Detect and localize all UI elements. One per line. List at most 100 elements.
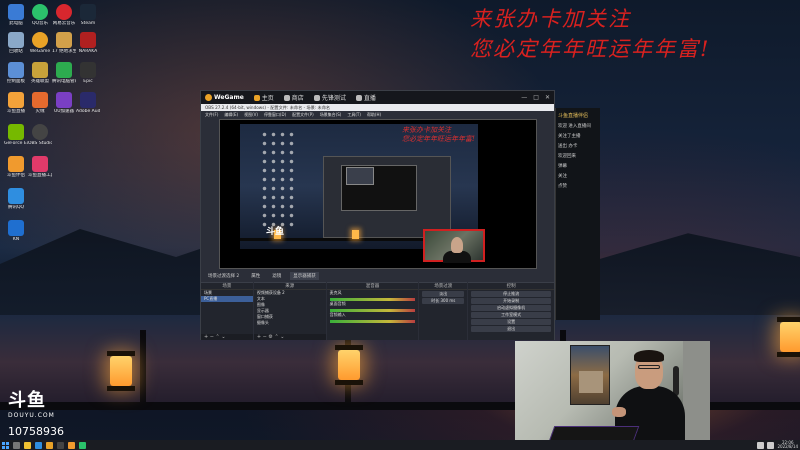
- network-icon[interactable]: [757, 441, 765, 449]
- menu-docks[interactable]: 停靠窗口(D): [264, 112, 286, 117]
- desktop-icon[interactable]: KN: [4, 220, 28, 242]
- sources-toolbar[interactable]: + − ⚙ ⌃ ⌄: [253, 334, 326, 340]
- chat-row: 送出 办卡: [558, 144, 578, 149]
- desktop-icon[interactable]: 腾讯电脑管家: [52, 62, 76, 84]
- settings-button[interactable]: 设置: [471, 319, 551, 325]
- menu-view[interactable]: 视图(V): [244, 112, 258, 117]
- tab-store[interactable]: 商店: [283, 93, 304, 102]
- obs-preview[interactable]: 来张办卡加关注 您必定年年旺运年年富! 斗鱼: [219, 119, 537, 269]
- menu-help[interactable]: 帮助(H): [367, 112, 381, 117]
- nested-window-inner: [346, 167, 374, 185]
- mixer-channel-label: 桌面音频: [329, 301, 346, 306]
- start-recording-button[interactable]: 开始录制: [471, 298, 551, 304]
- desktop-icon[interactable]: Epic: [76, 62, 100, 84]
- live-icon: [355, 94, 362, 101]
- douyu-taskbar-icon[interactable]: [68, 441, 75, 449]
- lol-icon: [32, 62, 48, 78]
- system-tray: 22:06 2022/8/14: [757, 440, 798, 450]
- chat-panel: 斗鱼直播伴侣 欢迎 进入直播间 关注了主播 送出 办卡 欢迎回来 弹幕 关注 点…: [555, 108, 600, 320]
- display-capture-button[interactable]: 显示器捕获: [290, 272, 319, 280]
- volume-icon[interactable]: [767, 441, 775, 449]
- desktop-icon[interactable]: 网易云音乐: [52, 4, 76, 26]
- obs-window[interactable]: OBS 27.2.4 (64-bit, windows) - 配置文件: 未命名…: [201, 104, 554, 340]
- source-item[interactable]: 摄像头: [254, 320, 326, 326]
- obs-titlebar: OBS 27.2.4 (64-bit, windows) - 配置文件: 未命名…: [201, 104, 554, 111]
- browser-icon[interactable]: [35, 441, 42, 449]
- mixer-level-meter[interactable]: [329, 298, 416, 301]
- lantern-right: [777, 317, 800, 357]
- search-icon[interactable]: [13, 441, 20, 449]
- obs-icon: [32, 124, 48, 140]
- wegame-logo-icon: [205, 94, 212, 101]
- desktop-icon[interactable]: GeForce Experience: [4, 124, 28, 146]
- scenes-toolbar[interactable]: + − ⌃ ⌄: [201, 334, 253, 340]
- desktop-icon[interactable]: UU加速器: [52, 92, 76, 114]
- slogan-line-1: 来张办卡加关注: [470, 7, 631, 31]
- mixer-level-meter[interactable]: [329, 309, 416, 312]
- webcam-microphone: [673, 366, 679, 396]
- scenes-header: 场景: [201, 283, 253, 290]
- netease-music-icon: [56, 4, 72, 20]
- desktop-icon[interactable]: 斗鱼伴侣: [4, 156, 28, 178]
- menu-scene-collection[interactable]: 场景集合(S): [320, 112, 342, 117]
- nested-webcam: [423, 229, 485, 263]
- scene-item-selected[interactable]: PC直播: [201, 296, 253, 302]
- desktop-icon[interactable]: Adobe Audition: [76, 92, 100, 114]
- file-explorer-icon[interactable]: [24, 441, 31, 449]
- desktop-icon[interactable]: OBS Studio: [28, 124, 52, 146]
- minimize-button[interactable]: —: [521, 94, 527, 101]
- desktop-icon[interactable]: 控制面板: [4, 62, 28, 84]
- exit-button[interactable]: 退出: [471, 326, 551, 332]
- desktop-icon[interactable]: 回收站: [4, 32, 28, 54]
- lantern-left: [107, 351, 135, 391]
- tab-live[interactable]: 直播: [355, 93, 376, 102]
- railing-post: [140, 330, 146, 410]
- studio-mode-button[interactable]: 工作室模式: [471, 312, 551, 318]
- steam-icon: [80, 4, 96, 20]
- desktop-icon[interactable]: 17 绝地求生: [52, 32, 76, 54]
- obs-taskbar-icon[interactable]: [57, 441, 64, 449]
- filters-button[interactable]: 滤镜: [269, 272, 284, 280]
- desktop-icon[interactable]: WeGame: [28, 32, 52, 54]
- mixer-channel-label: 麦克风: [329, 290, 342, 295]
- chat-row: 欢迎回来: [558, 154, 576, 159]
- transition-duration[interactable]: 时长 300 ms: [422, 298, 465, 304]
- window-controls: — □ ✕: [521, 94, 550, 101]
- wegame-window[interactable]: WeGame 主页 商店 先锋测试 直播 — □ ✕ OBS 27.2.4 (6…: [200, 90, 555, 340]
- tab-pioneer-test[interactable]: 先锋测试: [313, 93, 346, 102]
- mixer-level-meter[interactable]: [329, 320, 416, 323]
- taskbar-clock[interactable]: 22:06 2022/8/14: [777, 440, 798, 450]
- pc-manager-icon: [56, 62, 72, 78]
- desktop-icon[interactable]: 斗鱼直播: [4, 92, 28, 114]
- desktop-icon[interactable]: Steam: [76, 4, 100, 26]
- desktop-icon[interactable]: 火绒: [28, 92, 52, 114]
- epic-icon: [80, 62, 96, 78]
- maximize-button[interactable]: □: [533, 94, 539, 101]
- wechat-taskbar-icon[interactable]: [79, 441, 86, 449]
- wegame-taskbar-icon[interactable]: [46, 441, 53, 449]
- desktop-icon[interactable]: 腾讯QQ: [4, 188, 28, 210]
- stop-streaming-button[interactable]: 停止推流: [471, 291, 551, 297]
- nested-slogan: 来张办卡加关注 您必定年年旺运年年富!: [402, 126, 475, 143]
- desktop-icon[interactable]: 英雄联盟: [28, 62, 52, 84]
- desktop-icon[interactable]: QQ音乐: [28, 4, 52, 26]
- tab-home[interactable]: 主页: [253, 93, 274, 102]
- menu-file[interactable]: 文件(F): [205, 112, 218, 117]
- start-button[interactable]: [2, 441, 9, 449]
- virtual-camera-button[interactable]: 启动虚拟摄像机: [471, 305, 551, 311]
- menu-profile[interactable]: 配置文件(P): [292, 112, 314, 117]
- desktop-icon[interactable]: 此电脑: [4, 4, 28, 26]
- properties-button[interactable]: 属性: [248, 272, 263, 280]
- menu-edit[interactable]: 编辑(E): [224, 112, 238, 117]
- menu-tools[interactable]: 工具(T): [347, 112, 361, 117]
- controls-header: 控制: [468, 283, 554, 290]
- wegame-icon: [32, 32, 48, 48]
- transition-select[interactable]: 淡出: [422, 291, 465, 297]
- close-button[interactable]: ✕: [545, 94, 550, 101]
- wegame-logo: WeGame: [205, 94, 244, 101]
- desktop-icon[interactable]: NARAKA: [76, 32, 100, 54]
- transitions-header: 场景过渡: [419, 283, 468, 290]
- webcam-streamer-hand: [612, 407, 626, 417]
- desktop-icon[interactable]: 斗鱼直播工具: [28, 156, 52, 178]
- source-selector[interactable]: 场景过渡选择 2: [205, 272, 242, 280]
